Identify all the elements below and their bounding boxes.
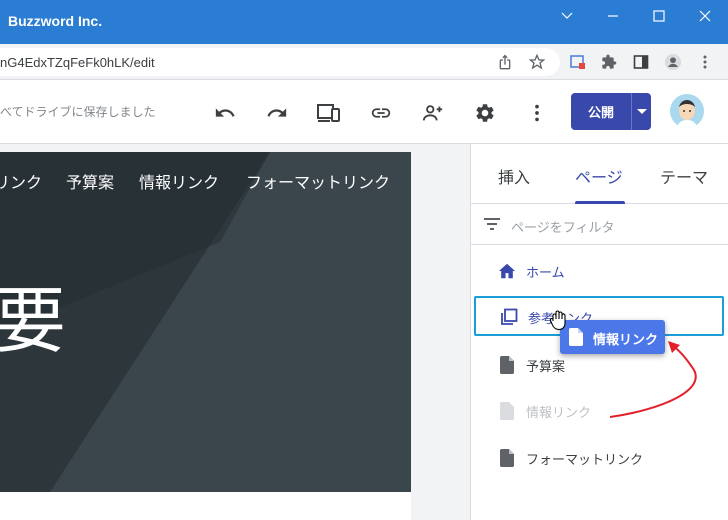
tab-pages[interactable]: ページ xyxy=(575,164,623,188)
profile-icon[interactable] xyxy=(664,53,682,71)
star-icon[interactable] xyxy=(528,53,546,71)
browser-address-bar: nG4EdxTZqFeFk0hLK/edit xyxy=(0,44,728,80)
page-item-label: ホーム xyxy=(526,266,565,281)
url-field[interactable]: nG4EdxTZqFeFk0hLK/edit xyxy=(0,48,560,76)
sidepanel-icon[interactable] xyxy=(632,53,650,71)
page-icon xyxy=(497,355,517,375)
hero-nav-item[interactable]: リンク xyxy=(0,169,42,193)
hero-nav-item[interactable]: 予算案 xyxy=(66,169,114,193)
close-icon[interactable] xyxy=(682,0,728,32)
share-icon[interactable] xyxy=(496,53,514,71)
settings-icon[interactable] xyxy=(472,100,498,126)
page-item-home[interactable]: ホーム xyxy=(471,250,728,290)
home-icon xyxy=(497,261,517,281)
filter-icon xyxy=(484,218,500,230)
tab-themes[interactable]: テーマ xyxy=(660,164,708,188)
panel-tabs: 挿入 ページ テーマ xyxy=(471,144,728,204)
hero-title[interactable]: 要 xyxy=(0,262,66,367)
page-icon xyxy=(569,328,583,350)
page-item-format-links[interactable]: フォーマットリンク xyxy=(471,437,728,477)
page-icon xyxy=(497,448,517,468)
link-icon[interactable] xyxy=(368,100,394,126)
undo-icon[interactable] xyxy=(212,100,238,126)
pages-icon xyxy=(499,307,519,327)
filter-input[interactable]: ページをフィルタ xyxy=(511,217,614,236)
publish-label: 公開 xyxy=(587,106,614,121)
window-title: Buzzword Inc. xyxy=(8,13,103,29)
sites-toolbar: べてドライブに保存しました 公開 xyxy=(0,81,728,144)
url-text: nG4EdxTZqFeFk0hLK/edit xyxy=(0,55,155,70)
page-item-label: 予算案 xyxy=(526,360,566,375)
chevron-down-icon[interactable] xyxy=(544,0,590,32)
caret-down-icon[interactable] xyxy=(631,93,651,130)
window-titlebar: Buzzword Inc. xyxy=(0,0,728,44)
page-icon xyxy=(497,401,517,421)
page-filter[interactable]: ページをフィルタ xyxy=(471,205,728,245)
hero-nav-item[interactable]: フォーマットリンク xyxy=(246,169,390,193)
grab-cursor-icon xyxy=(549,309,569,335)
annotation-arrow-icon xyxy=(609,341,697,418)
more-vert-icon[interactable] xyxy=(696,53,714,71)
page-body xyxy=(0,492,411,520)
active-tab-indicator xyxy=(575,201,625,204)
tab-insert[interactable]: 挿入 xyxy=(498,164,530,188)
preview-devices-icon[interactable] xyxy=(316,100,342,126)
minimize-icon[interactable] xyxy=(590,0,636,32)
page-item-label: フォーマットリンク xyxy=(526,453,644,468)
redo-icon[interactable] xyxy=(264,100,290,126)
puzzle-icon[interactable] xyxy=(600,53,618,71)
extension-alert-icon[interactable] xyxy=(569,53,587,71)
more-vert-icon[interactable] xyxy=(524,100,550,126)
page-item-label: 情報リンク xyxy=(526,406,592,421)
add-person-icon[interactable] xyxy=(420,100,446,126)
maximize-icon[interactable] xyxy=(636,0,682,32)
hero-banner[interactable]: リンク 予算案 情報リンク フォーマットリンク 要 xyxy=(0,152,411,492)
avatar[interactable] xyxy=(670,94,704,128)
publish-button[interactable]: 公開 xyxy=(571,93,651,130)
hero-nav-item[interactable]: 情報リンク xyxy=(139,169,219,193)
save-status: べてドライブに保存しました xyxy=(0,105,156,119)
